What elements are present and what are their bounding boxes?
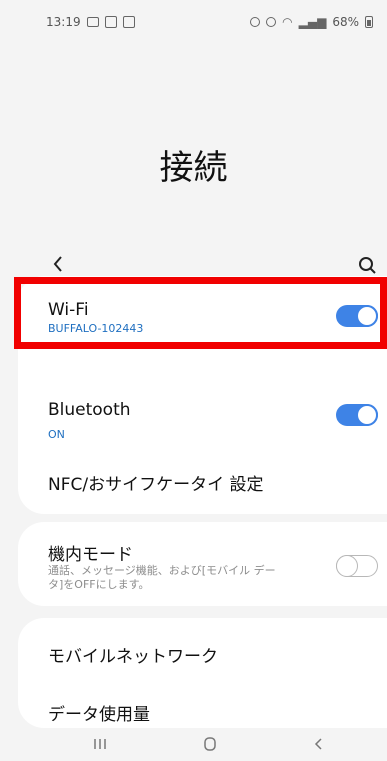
navigation-bar: [0, 728, 387, 761]
airplane-card: 機内モード 通話、メッセージ機能、および[モバイル データ]をOFFにします。: [18, 522, 387, 606]
data-usage-row[interactable]: データ使用量: [18, 678, 387, 728]
mobile-network-row[interactable]: モバイルネットワーク: [18, 618, 387, 678]
highlight-box: [14, 277, 387, 349]
network-card: モバイルネットワーク データ使用量: [18, 618, 387, 728]
airplane-row[interactable]: 機内モード 通話、メッセージ機能、および[モバイル データ]をOFFにします。: [18, 522, 387, 606]
download-notification-icon: [122, 16, 135, 28]
mobile-network-title: モバイルネットワーク: [48, 647, 218, 667]
status-right: ◠ ▂▄▆ 68%: [250, 15, 373, 29]
search-icon[interactable]: [358, 256, 378, 276]
airplane-toggle-knob: [336, 555, 358, 577]
nfc-row[interactable]: NFC/おサイフケータイ 設定: [18, 446, 387, 506]
status-time: 13:19: [46, 15, 81, 29]
home-icon[interactable]: [198, 732, 222, 756]
battery-icon: [365, 16, 373, 28]
page-title: 接続: [159, 148, 228, 188]
data-usage-title: データ使用量: [48, 705, 150, 725]
status-bar: 13:19 ◠ ▂▄▆ 68%: [0, 0, 387, 44]
battery-percent: 68%: [332, 15, 359, 29]
airplane-description: 通話、メッセージ機能、および[モバイル データ]をOFFにします。: [48, 564, 276, 591]
app-notification-icon: [104, 16, 117, 28]
status-left: 13:19: [46, 15, 135, 29]
chevron-left-icon[interactable]: [50, 256, 66, 272]
alarm-icon: [250, 17, 261, 27]
cell-signal-icon: ▂▄▆: [298, 15, 327, 29]
wifi-signal-icon: ◠: [282, 15, 293, 29]
bluetooth-title: Bluetooth: [48, 400, 131, 420]
bluetooth-status: ON: [48, 428, 65, 441]
airplane-toggle[interactable]: [336, 555, 378, 577]
location-icon: [266, 17, 277, 27]
recents-icon[interactable]: [88, 732, 112, 756]
back-icon[interactable]: [306, 732, 330, 756]
bluetooth-row[interactable]: Bluetooth ON: [18, 352, 387, 441]
bluetooth-toggle-knob: [356, 404, 378, 426]
bluetooth-toggle[interactable]: [336, 404, 378, 426]
gallery-notification-icon: [86, 17, 99, 27]
airplane-title: 機内モード: [48, 545, 133, 565]
nfc-title: NFC/おサイフケータイ 設定: [48, 475, 264, 495]
